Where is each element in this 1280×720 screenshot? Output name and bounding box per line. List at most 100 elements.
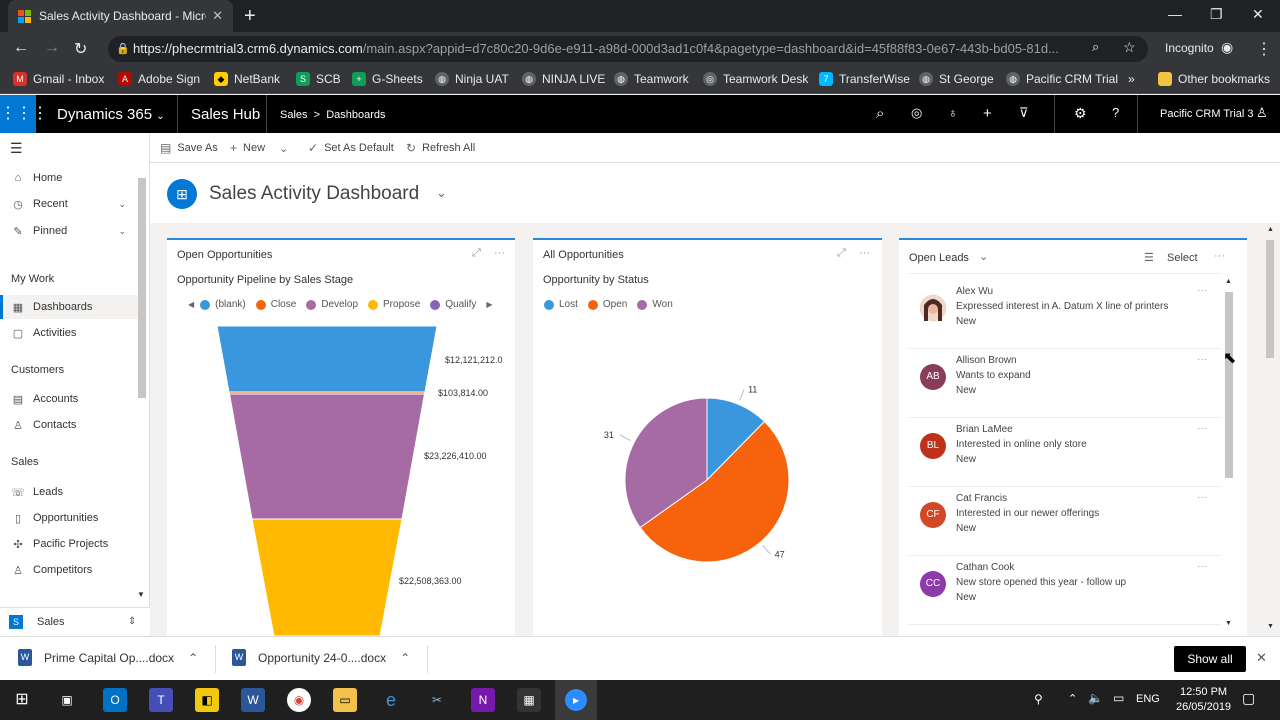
chevron-down-icon[interactable]: ⌄ [118,226,126,237]
legend-item[interactable]: Close [255,299,296,310]
people-icon[interactable]: ⚲ [1034,692,1043,706]
minimize-icon[interactable]: — [1168,6,1182,22]
lead-name[interactable]: Cathan Cook [956,562,1014,573]
save-as-button[interactable]: ▤ Save As [160,141,218,155]
sidebar-item-dashboards[interactable]: ▦ Dashboards [0,295,140,319]
teams-icon[interactable]: T [149,688,173,712]
legend-item[interactable]: (blank) [200,299,246,310]
dashboard-selector-chevron-icon[interactable]: ⌄ [436,185,447,201]
search-icon[interactable]: ⌕ [1092,39,1099,55]
sidebar-item-pinned[interactable]: ✎ Pinned ⌄ [0,219,140,243]
bookmark-netbank[interactable]: ◆ NetBank [214,72,280,86]
list-item[interactable]: Alex Wu Expressed interest in A. Datum X… [909,281,1221,349]
sidebar-scrollbar[interactable] [138,178,146,398]
bookmark-adobe-sign[interactable]: A Adobe Sign [118,72,200,86]
snipping-tool-icon[interactable]: ✂ [425,688,449,712]
scroll-up-icon[interactable]: ▲ [1225,278,1232,285]
chevron-up-icon[interactable]: ⌃ [400,651,410,665]
legend-item[interactable]: Develop [306,299,358,310]
app-launcher-icon[interactable]: ⋮⋮⋮ [0,95,48,133]
list-item[interactable]: CC Cathan Cook New store opened this yea… [909,557,1221,625]
bookmark-pacific-crm[interactable]: ◍ Pacific CRM Trial [1006,72,1118,86]
bookmark-teamwork[interactable]: ◍ Teamwork [614,72,689,86]
windows-start-icon[interactable]: ⊞ [10,688,34,712]
expand-chart-icon[interactable]: ⤢ [472,247,481,260]
bookmark-st-george[interactable]: ◍ St George [919,72,994,86]
chrome-icon[interactable]: ◉ [287,688,311,712]
file-explorer-icon[interactable]: ▭ [333,688,357,712]
list-item[interactable]: CF Cat Francis Interested in our newer o… [909,488,1221,556]
browser-tab[interactable]: Sales Activity Dashboard - Micro ✕ [8,0,233,32]
more-options-icon[interactable]: ··· [1197,561,1207,572]
bookmark-star-icon[interactable]: ☆ [1123,39,1136,56]
sidebar-item-accounts[interactable]: ▤ Accounts [0,387,140,411]
volume-icon[interactable]: 🔈 [1088,691,1103,705]
battery-icon[interactable]: ▭ [1113,691,1124,705]
funnel-segment[interactable] [216,326,438,393]
back-icon[interactable]: ← [13,39,29,57]
download-item[interactable]: W Opportunity 24-0....docx ⌃ [232,649,410,666]
legend-item[interactable]: Qualify [430,299,476,310]
sidebar-item-pacific-projects[interactable]: ✣ Pacific Projects [0,532,140,556]
chevron-up-icon[interactable]: ⌃ [188,651,198,665]
breadcrumb-page[interactable]: Dashboards [326,109,385,121]
sidebar-item-home[interactable]: ⌂ Home [0,166,140,190]
view-selector-chevron-icon[interactable]: ⌄ [979,250,988,263]
more-options-icon[interactable]: ··· [1197,354,1207,365]
sidebar-item-competitors[interactable]: ♙ Competitors [0,558,140,582]
hamburger-icon[interactable]: ☰ [10,140,23,157]
task-view-icon[interactable]: ▣ [55,688,79,712]
edge-icon[interactable]: e [379,688,403,712]
app-name[interactable]: Dynamics 365 ⌄ [57,106,165,123]
download-item[interactable]: W Prime Capital Op....docx ⌃ [18,649,198,666]
new-tab-icon[interactable]: + [244,5,256,28]
close-tab-icon[interactable]: ✕ [212,8,223,24]
lightbulb-icon[interactable]: ♁ [948,105,958,120]
scroll-down-icon[interactable]: ▼ [137,590,145,599]
more-options-icon[interactable]: ··· [1197,285,1207,296]
more-options-icon[interactable]: ··· [1197,423,1207,434]
close-downloads-icon[interactable]: ✕ [1256,650,1267,666]
legend-item[interactable]: Lost [544,299,578,310]
reload-icon[interactable]: ↻ [74,39,87,59]
bookmark-gsheets[interactable]: + G-Sheets [352,72,423,86]
outlook-icon[interactable]: O [103,688,127,712]
onenote-icon[interactable]: N [471,688,495,712]
chevron-down-icon[interactable]: ⌄ [118,199,126,210]
refresh-all-button[interactable]: ↻ Refresh All [406,141,475,155]
notifications-icon[interactable]: ▢ [1242,690,1255,707]
menu-icon[interactable]: ⋮ [1256,39,1272,59]
legend-prev-icon[interactable]: ◀ [188,300,194,309]
legend-item[interactable]: Won [637,299,673,310]
lead-name[interactable]: Alex Wu [956,286,993,297]
bookmark-gmail[interactable]: M Gmail - Inbox [13,72,104,86]
clock[interactable]: 12:50 PM 26/05/2019 [1176,685,1231,715]
help-icon[interactable]: ? [1112,105,1119,120]
user-icon[interactable]: ♙ [1256,105,1268,121]
bookmark-ninja-live[interactable]: ◍ NINJA LIVE [522,72,605,86]
new-button[interactable]: + New ⌄ [230,141,288,155]
expand-chart-icon[interactable]: ⤢ [837,247,846,260]
legend-next-icon[interactable]: ▶ [486,300,492,309]
bookmark-ninja-uat[interactable]: ◍ Ninja UAT [435,72,509,86]
breadcrumb-area[interactable]: Sales [280,109,308,121]
other-bookmarks[interactable]: Other bookmarks [1158,72,1270,86]
sidebar-item-opportunities[interactable]: ▯ Opportunities [0,506,140,530]
show-all-button[interactable]: Show all [1174,646,1246,672]
list-item[interactable]: BL Brian LaMee Interested in online only… [909,419,1221,487]
word-icon[interactable]: W [241,688,265,712]
page-scrollbar[interactable] [1266,240,1274,358]
tray-expand-icon[interactable]: ⌃ [1068,692,1077,705]
select-button[interactable]: Select [1167,252,1198,264]
url-bar[interactable]: 🔒 https://phecrmtrial3.crm6.dynamics.com… [108,36,1148,62]
list-item[interactable]: AB Allison Brown Wants to expand New ··· [909,350,1221,418]
sidebar-item-recent[interactable]: ◷ Recent ⌄ [0,192,140,216]
bookmark-transferwise[interactable]: 7 TransferWise [819,72,910,86]
more-options-icon[interactable]: ··· [1214,250,1225,262]
scroll-down-icon[interactable]: ▼ [1225,620,1232,627]
funnel-segment[interactable] [228,393,426,520]
maximize-icon[interactable]: ❐ [1210,6,1223,23]
page-scroll-down-icon[interactable]: ▼ [1267,623,1274,630]
language-indicator[interactable]: ENG [1136,693,1160,705]
more-options-icon[interactable]: ··· [1197,492,1207,503]
